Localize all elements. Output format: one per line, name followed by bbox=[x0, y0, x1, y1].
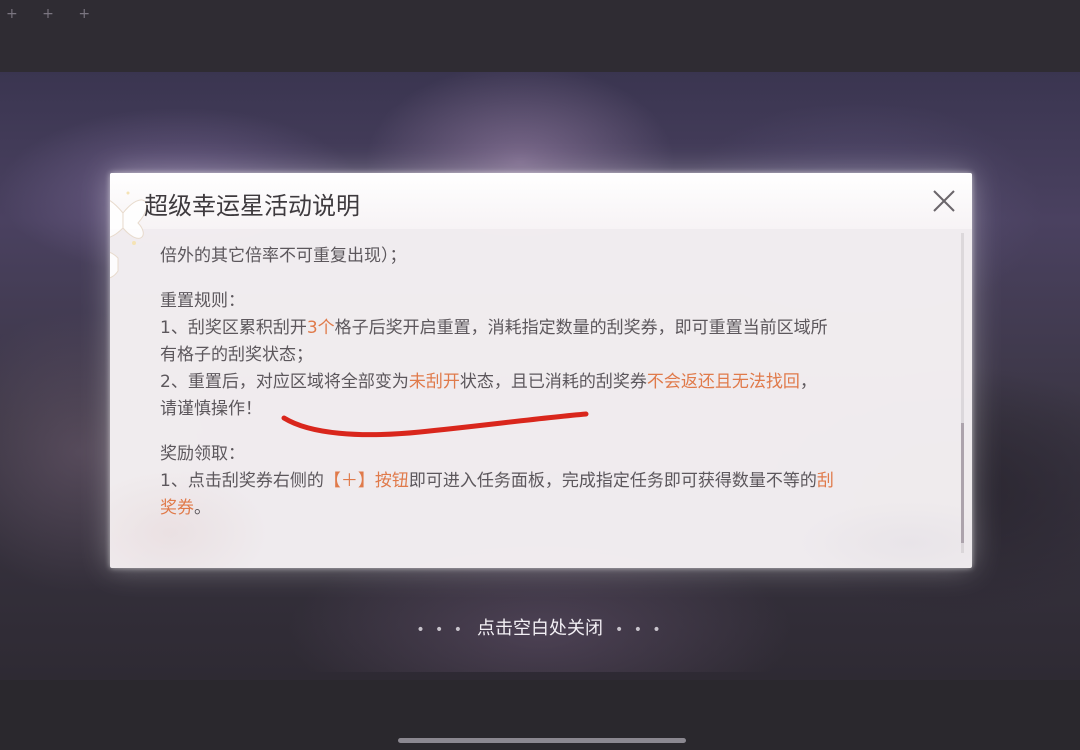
close-button[interactable] bbox=[926, 183, 962, 219]
close-icon[interactable] bbox=[926, 183, 962, 219]
text-span: 奖励领取： bbox=[160, 444, 245, 464]
text-span: 即可进入任务面板，完成指定任务即可获得数量不等的 bbox=[408, 471, 817, 491]
highlight-text: 不会返还且无法找回 bbox=[646, 372, 800, 392]
home-indicator[interactable] bbox=[398, 738, 686, 743]
dots-left-icon: • • • bbox=[416, 622, 465, 638]
hint-text: 点击空白处关闭 bbox=[477, 618, 603, 639]
activity-info-dialog: 超级幸运星活动说明 倍外的其它倍率不可重复出现）； 重置规则： 1、刮奖区累积刮… bbox=[110, 173, 972, 568]
text-span: 。 bbox=[194, 498, 211, 518]
highlight-text: 【＋】按钮 bbox=[323, 471, 409, 491]
reset-rule-2: 2、重置后，对应区域将全部变为未刮开状态，且已消耗的刮奖券不会返还且无法找回， bbox=[160, 369, 960, 396]
tap-to-close-hint[interactable]: • • • 点击空白处关闭 • • • bbox=[0, 614, 1080, 640]
text-span: 格子后奖开启重置，消耗指定数量的刮奖券，即可重置当前区域所 bbox=[334, 318, 828, 338]
text-span: 重置规则： bbox=[160, 291, 245, 311]
dots-right-icon: • • • bbox=[615, 622, 664, 638]
text-line: 倍外的其它倍率不可重复出现）； bbox=[160, 243, 960, 270]
scrollbar-thumb[interactable] bbox=[961, 423, 964, 543]
dialog-header: 超级幸运星活动说明 bbox=[110, 173, 972, 279]
sparkle-decoration: + + + bbox=[6, 6, 101, 22]
text-span: 状态，且已消耗的刮奖券 bbox=[459, 372, 647, 392]
reward-rule-1: 1、点击刮奖券右侧的【＋】按钮即可进入任务面板，完成指定任务即可获得数量不等的刮 bbox=[160, 468, 960, 495]
text-span: 倍外的其它倍率不可重复出现）； bbox=[160, 246, 407, 266]
text-span: 1、刮奖区累积刮开 bbox=[160, 318, 307, 338]
reset-rule-2-cont: 请谨慎操作！ bbox=[160, 396, 960, 423]
screen[interactable]: + + + 超级幸运星活动说明 倍外的其它倍率不可重复出现）； 重置规则： 1、… bbox=[0, 0, 1080, 750]
highlight-text: 刮 bbox=[816, 471, 834, 491]
text-span: ， bbox=[799, 372, 817, 392]
reward-heading: 奖励领取： bbox=[160, 441, 960, 468]
reset-rule-1: 1、刮奖区累积刮开3个格子后奖开启重置，消耗指定数量的刮奖券，即可重置当前区域所 bbox=[160, 315, 960, 342]
highlight-text: 未刮开 bbox=[408, 372, 460, 392]
top-bar: + + + bbox=[0, 0, 1080, 72]
reward-rule-1-cont: 奖券。 bbox=[160, 495, 960, 522]
text-span: 1、点击刮奖券右侧的 bbox=[160, 471, 324, 491]
dialog-content[interactable]: 倍外的其它倍率不可重复出现）； 重置规则： 1、刮奖区累积刮开3个格子后奖开启重… bbox=[160, 243, 960, 522]
text-span: 2、重置后，对应区域将全部变为 bbox=[160, 372, 409, 392]
reset-rule-1-cont: 有格子的刮奖状态； bbox=[160, 342, 960, 369]
dialog-title: 超级幸运星活动说明 bbox=[144, 192, 360, 220]
reset-rules-heading: 重置规则： bbox=[160, 288, 960, 315]
text-span: 有格子的刮奖状态； bbox=[160, 345, 313, 365]
highlight-text: 奖券 bbox=[160, 498, 194, 518]
text-span: 请谨慎操作！ bbox=[160, 399, 262, 419]
highlight-text: 3个 bbox=[306, 318, 335, 338]
